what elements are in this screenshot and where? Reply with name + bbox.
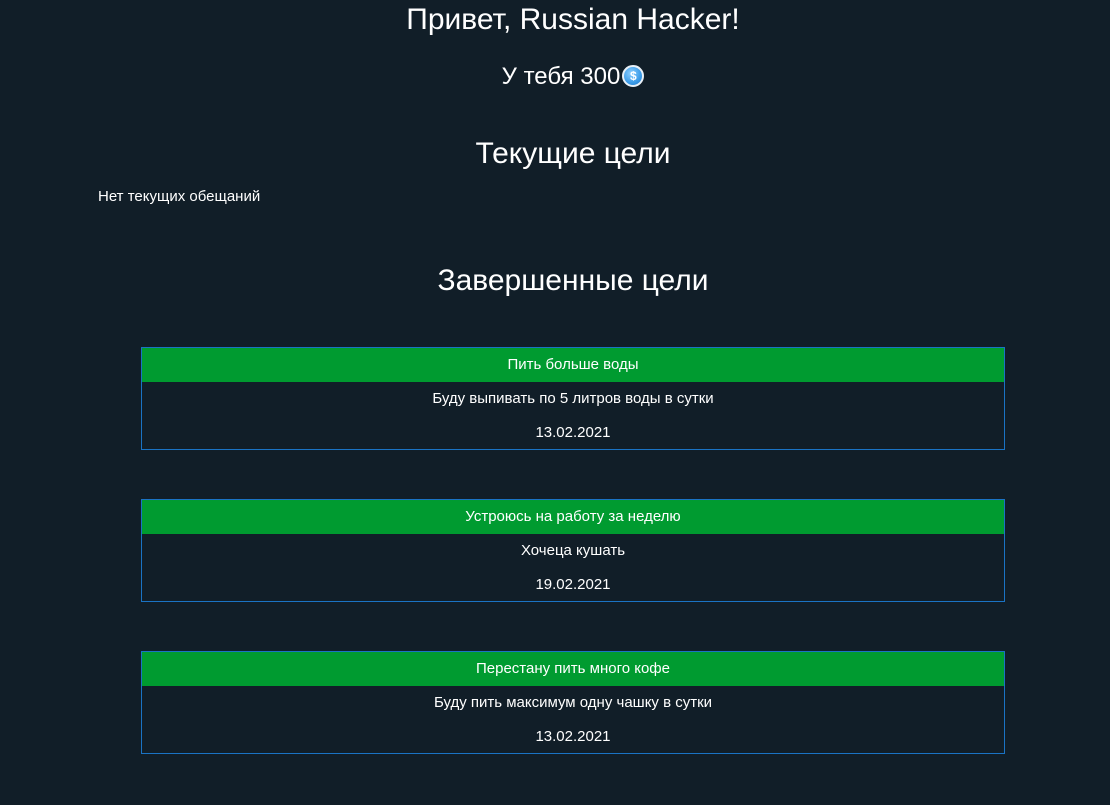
greeting-title: Привет, Russian Hacker! [406,3,740,36]
goal-card: Пить больше воды Буду выпивать по 5 литр… [141,347,1005,450]
current-goals-empty-text: Нет текущих обещаний [98,188,261,205]
goal-card-title: Устроюсь на работу за неделю [142,500,1004,534]
goal-card-date: 19.02.2021 [535,576,611,593]
balance-prefix: У тебя [501,63,581,90]
goal-card-description: Буду выпивать по 5 литров воды в сутки [432,390,714,407]
balance-line: У тебя 300 [0,61,1110,93]
goal-card: Перестану пить много кофе Буду пить макс… [141,651,1005,754]
page: Привет, Russian Hacker! У тебя 300 Текущ… [0,0,1110,805]
goal-card-date: 13.02.2021 [535,728,611,745]
goal-card: Устроюсь на работу за неделю Хочеца куша… [141,499,1005,602]
goal-card-title: Перестану пить много кофе [142,652,1004,686]
completed-goals-title: Завершенные цели [437,264,709,297]
balance-amount: 300 [580,63,621,90]
goal-card-title: Пить больше воды [142,348,1004,382]
goal-card-date: 13.02.2021 [535,424,611,441]
goal-card-description: Хочеца кушать [520,542,626,559]
coin-icon [622,65,645,87]
current-goals-title: Текущие цели [475,137,671,170]
goal-card-description: Буду пить максимум одну чашку в сутки [433,694,713,711]
